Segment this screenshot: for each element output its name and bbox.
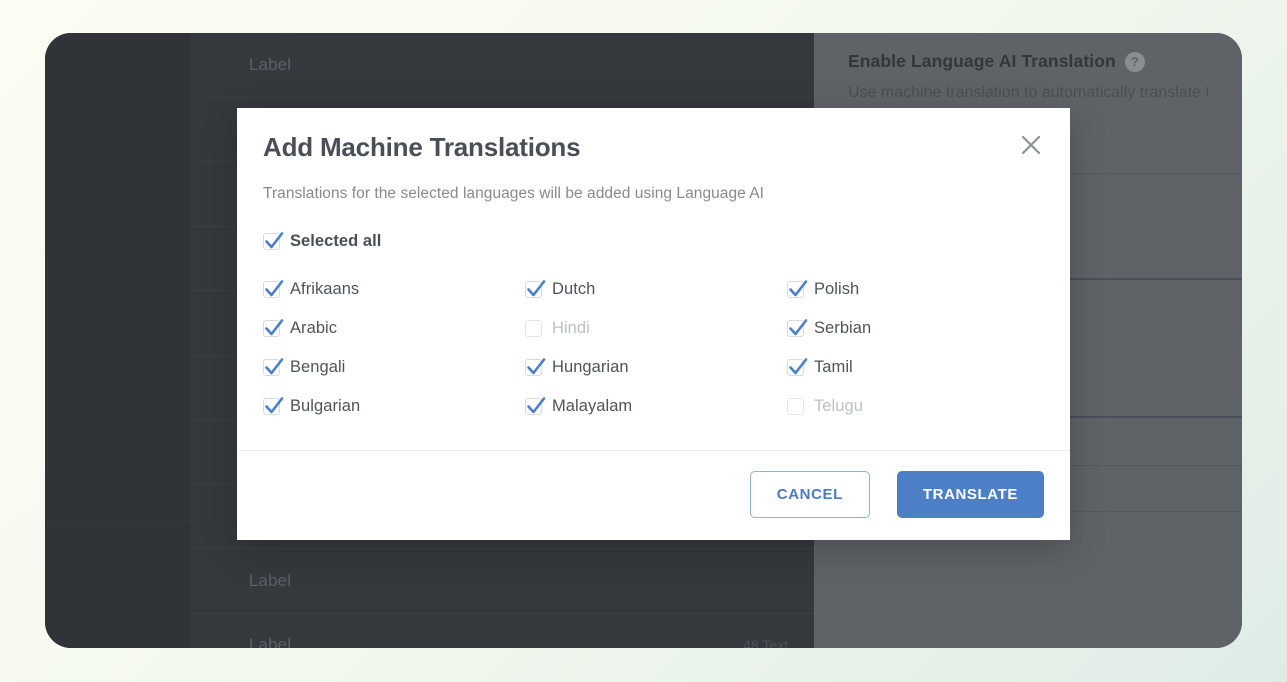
language-label: Hungarian (552, 358, 629, 377)
language-checkbox-row[interactable]: Hungarian (525, 352, 787, 383)
checkbox-tamil[interactable] (787, 359, 804, 376)
select-all-label: Selected all (290, 232, 381, 251)
checkbox-malayalam[interactable] (525, 398, 542, 415)
language-label: Bengali (290, 358, 345, 377)
checkbox-arabic[interactable] (263, 320, 280, 337)
checkbox-bengali[interactable] (263, 359, 280, 376)
close-icon[interactable] (1014, 128, 1048, 162)
select-all-row[interactable]: Selected all (263, 226, 1044, 257)
app-sidebar (45, 33, 190, 648)
dialog-header: Add Machine Translations (237, 108, 1070, 163)
check-icon (261, 393, 287, 419)
language-checkbox-row: Telugu (787, 391, 1044, 422)
table-row[interactable]: Label (190, 549, 814, 614)
language-label: Dutch (552, 280, 595, 299)
checkbox-polish[interactable] (787, 281, 804, 298)
language-label: Serbian (814, 319, 871, 338)
detail-title-text: Enable Language AI Translation (848, 51, 1116, 72)
translate-button[interactable]: TRANSLATE (897, 471, 1044, 518)
language-checkbox-row[interactable]: Serbian (787, 313, 1044, 344)
close-icon-glyph (1020, 134, 1042, 156)
checkbox-bulgarian[interactable] (263, 398, 280, 415)
cancel-button[interactable]: CANCEL (750, 471, 870, 518)
language-checkbox-row: Hindi (525, 313, 787, 344)
language-checkbox-row[interactable]: Arabic (263, 313, 525, 344)
dialog-description: Translations for the selected languages … (263, 185, 1044, 203)
checkbox-telugu (787, 398, 804, 415)
check-icon (785, 276, 811, 302)
check-icon (261, 315, 287, 341)
table-row[interactable]: Label (190, 33, 814, 98)
language-label: Polish (814, 280, 859, 299)
row-label: Label (249, 635, 291, 648)
check-icon (785, 354, 811, 380)
language-checkbox-grid: Afrikaans Dutch Polish Arabic Hindi Serbian Be… (263, 274, 1044, 450)
language-checkbox-row[interactable]: Bulgarian (263, 391, 525, 422)
help-icon[interactable]: ? (1125, 52, 1145, 72)
dialog-title: Add Machine Translations (263, 132, 1044, 163)
row-label: Label (249, 571, 291, 591)
language-label: Tamil (814, 358, 853, 377)
select-all-checkbox[interactable] (263, 233, 280, 250)
checkbox-dutch[interactable] (525, 281, 542, 298)
dialog-body: Translations for the selected languages … (237, 163, 1070, 450)
screenshot-stage: LabelLabelLabelLabelLabelLabelLabelLabel… (0, 0, 1287, 682)
check-icon (785, 315, 811, 341)
check-icon (261, 228, 287, 254)
check-icon (523, 354, 549, 380)
language-checkbox-row[interactable]: Malayalam (525, 391, 787, 422)
dialog-footer: CANCEL TRANSLATE (237, 450, 1070, 540)
language-checkbox-row[interactable]: Dutch (525, 274, 787, 305)
language-checkbox-row[interactable]: Bengali (263, 352, 525, 383)
check-icon (523, 276, 549, 302)
language-label: Hindi (552, 319, 590, 338)
language-label: Telugu (814, 397, 863, 416)
checkbox-serbian[interactable] (787, 320, 804, 337)
sidebar-divider (45, 521, 190, 522)
detail-subtitle: Use machine translation to automatically… (848, 84, 1208, 102)
row-meta: 48 Text (743, 637, 788, 648)
detail-header: Enable Language AI Translation ? Use mac… (814, 51, 1242, 102)
language-checkbox-row[interactable]: Polish (787, 274, 1044, 305)
checkbox-hungarian[interactable] (525, 359, 542, 376)
language-checkbox-row[interactable]: Afrikaans (263, 274, 525, 305)
check-icon (261, 276, 287, 302)
table-row[interactable]: Label 48 Text (190, 614, 814, 649)
language-label: Afrikaans (290, 280, 359, 299)
language-label: Malayalam (552, 397, 632, 416)
check-icon (261, 354, 287, 380)
row-label: Label (249, 55, 291, 75)
language-checkbox-row[interactable]: Tamil (787, 352, 1044, 383)
checkbox-hindi (525, 320, 542, 337)
detail-title: Enable Language AI Translation ? (848, 51, 1208, 72)
check-icon (523, 393, 549, 419)
checkbox-afrikaans[interactable] (263, 281, 280, 298)
language-label: Bulgarian (290, 397, 360, 416)
add-machine-translations-dialog: Add Machine Translations Translations fo… (237, 108, 1070, 540)
language-label: Arabic (290, 319, 337, 338)
